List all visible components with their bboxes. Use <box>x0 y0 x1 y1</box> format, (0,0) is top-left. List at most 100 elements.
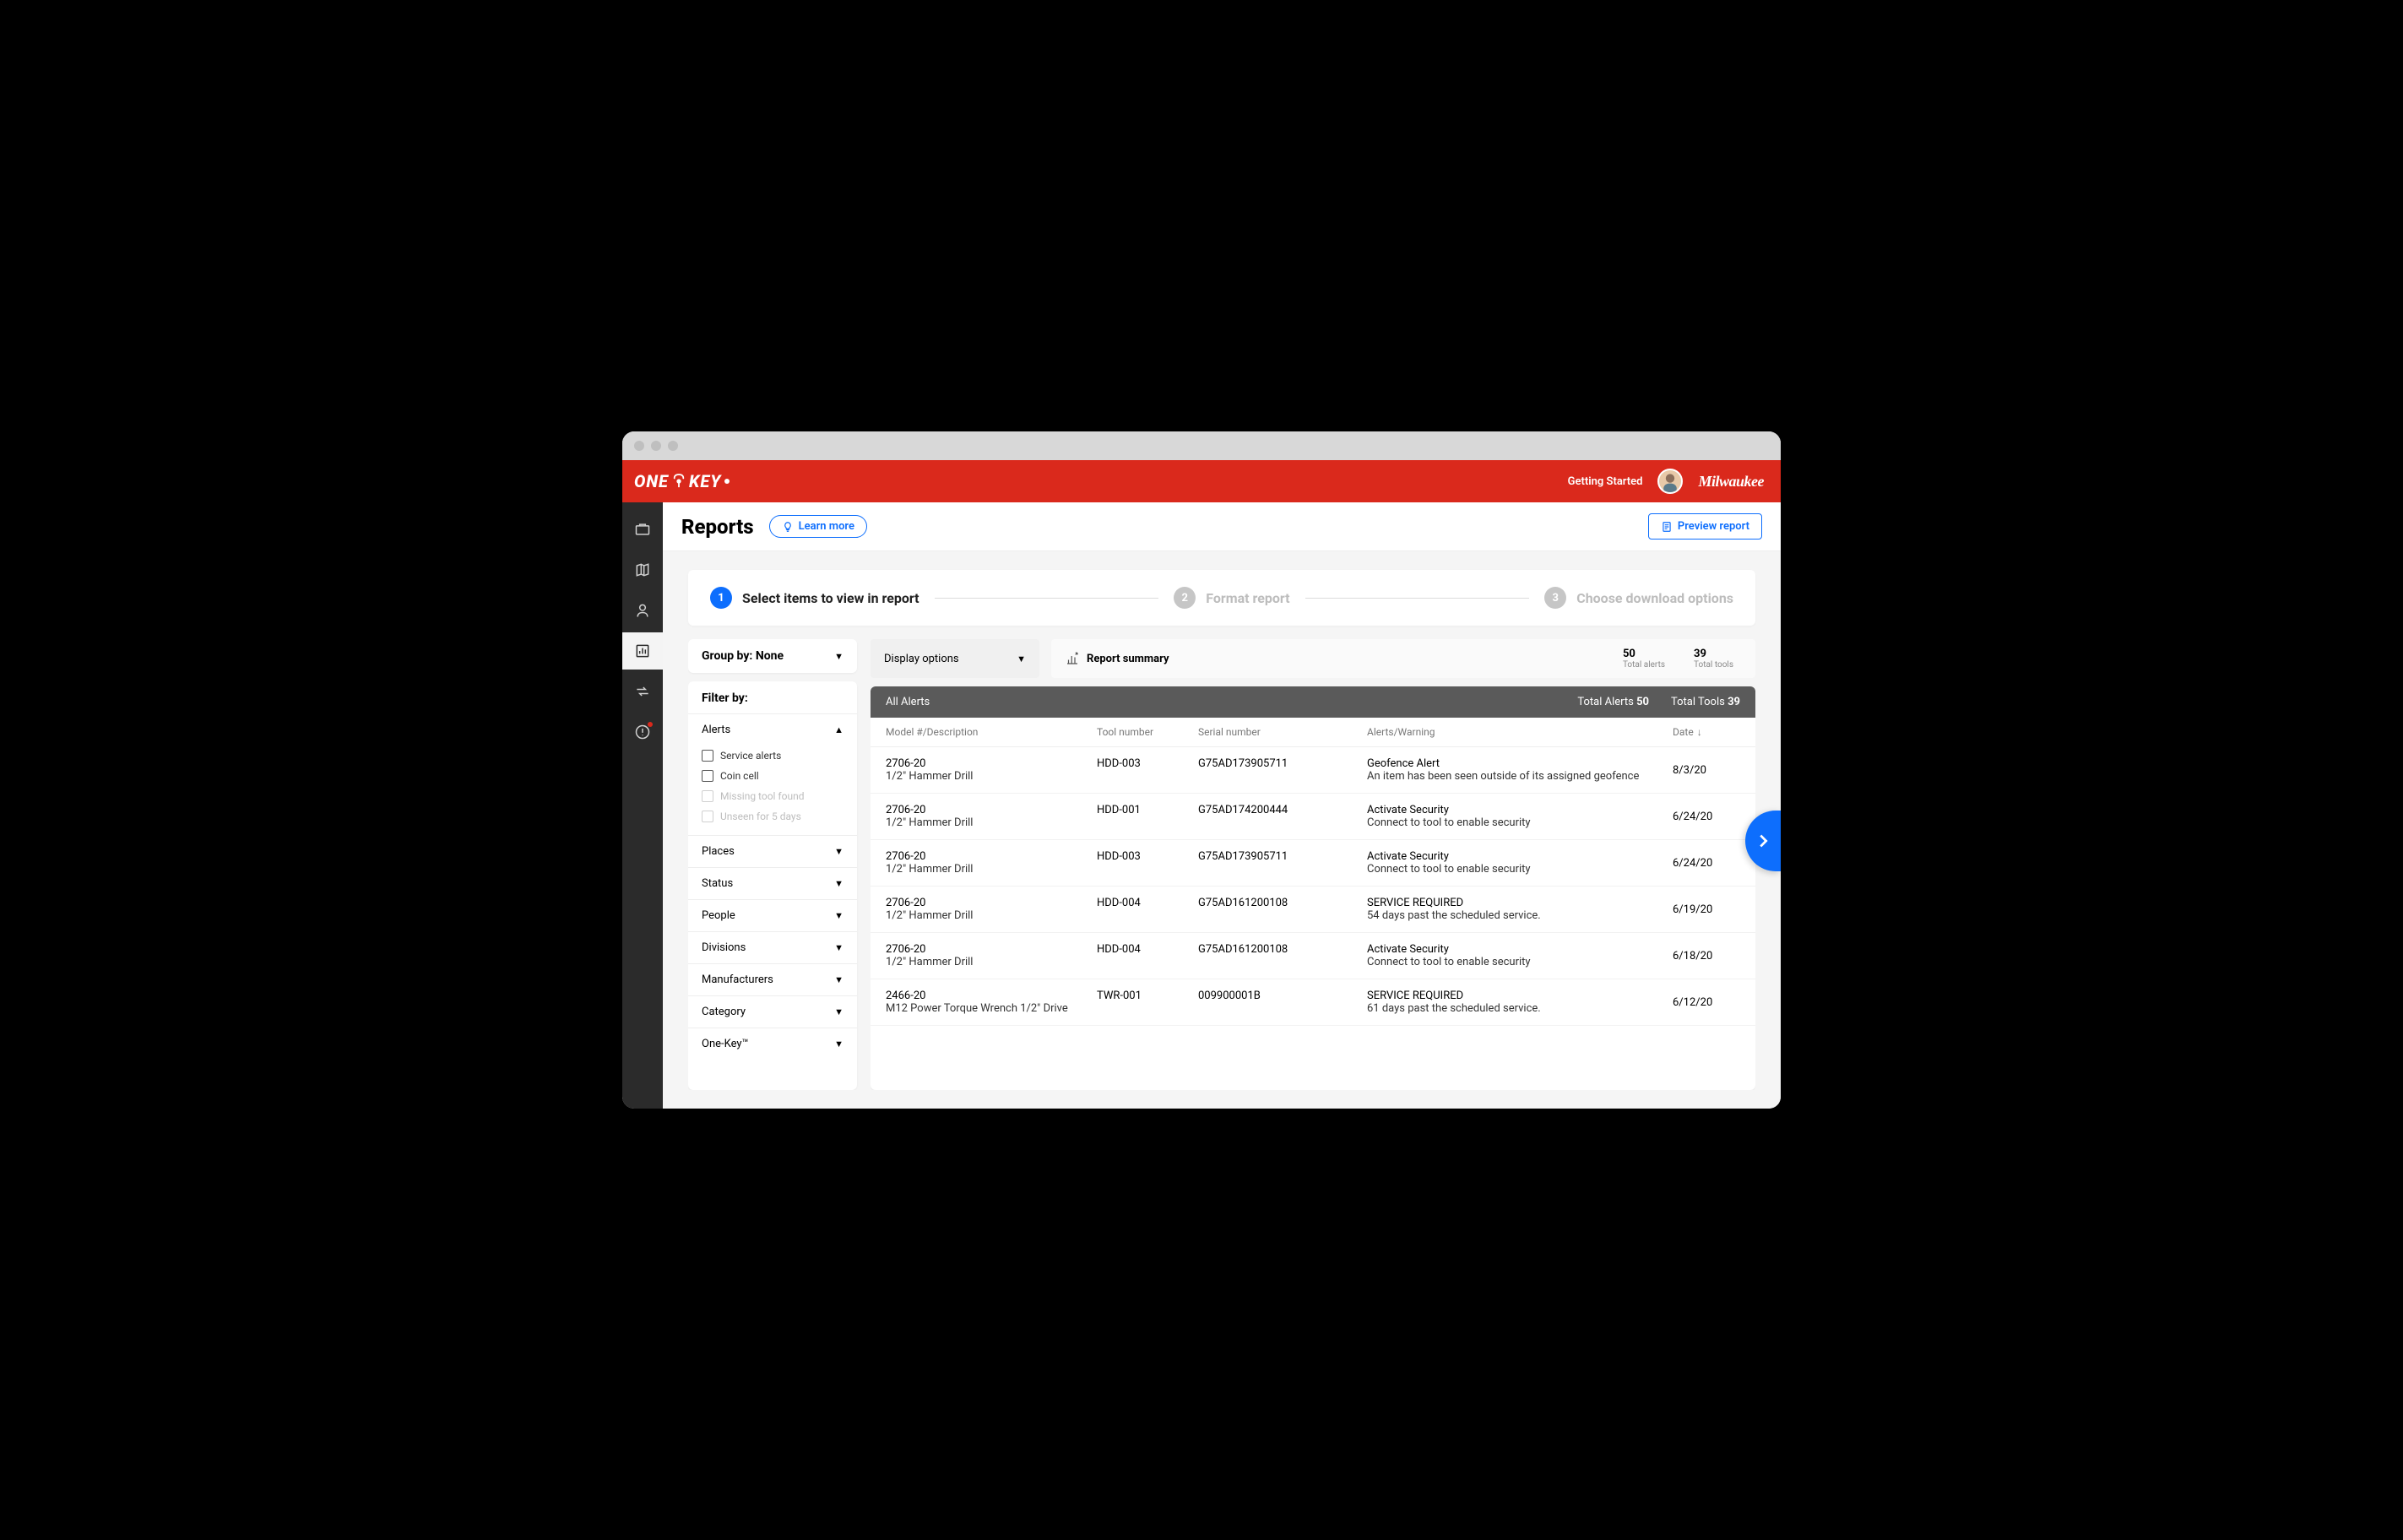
milwaukee-logo[interactable]: Milwaukee <box>1698 473 1764 491</box>
caret-down-icon: ▼ <box>834 878 843 889</box>
filter-opt-missing-tool: Missing tool found <box>702 786 843 806</box>
caret-down-icon: ▼ <box>1017 653 1026 664</box>
logo-text-left: ONE <box>634 471 669 491</box>
report-summary: Report summary 50 Total alerts 39 Total … <box>1051 639 1755 678</box>
filter-panel: Filter by: Alerts ▲ Service alerts Coin … <box>688 681 857 1090</box>
filter-alerts-label: Alerts <box>702 724 730 736</box>
checkbox-icon <box>702 770 713 782</box>
group-by-label: Group by: None <box>702 649 784 663</box>
group-by-dropdown[interactable]: Group by: None ▼ <box>688 639 857 673</box>
checkbox-icon <box>702 790 713 802</box>
step-1-num: 1 <box>710 587 732 609</box>
table-row[interactable]: 2466-20M12 Power Torque Wrench 1/2" Driv… <box>871 979 1755 1026</box>
filter-divisions-toggle[interactable]: Divisions▼ <box>688 932 857 963</box>
summary-total-tools: 39 Total tools <box>1685 648 1742 670</box>
page-header: Reports Learn more Preview report <box>663 502 1781 551</box>
caret-down-icon: ▼ <box>834 1006 843 1017</box>
left-panel: Group by: None ▼ Filter by: Alerts ▲ <box>688 639 857 1090</box>
filter-alerts-toggle[interactable]: Alerts ▲ <box>688 714 857 746</box>
logo-text-right: KEY <box>689 471 721 491</box>
nav-places[interactable] <box>622 551 663 588</box>
summary-title-label: Report summary <box>1087 653 1169 665</box>
nav-people[interactable] <box>622 592 663 629</box>
caret-down-icon: ▼ <box>834 1038 843 1049</box>
table-row[interactable]: 2706-201/2" Hammer DrillHDD-003G75AD1739… <box>871 747 1755 794</box>
nav-transfers[interactable] <box>622 673 663 710</box>
preview-report-button[interactable]: Preview report <box>1648 513 1762 540</box>
table-head: Model #/Description Tool number Serial n… <box>871 718 1755 747</box>
caret-down-icon: ▼ <box>834 942 843 953</box>
nav-reports[interactable] <box>622 632 663 670</box>
checkbox-icon <box>702 811 713 822</box>
work-row: Group by: None ▼ Filter by: Alerts ▲ <box>688 639 1755 1090</box>
traffic-close-icon[interactable] <box>634 441 644 451</box>
display-options-label: Display options <box>884 653 959 665</box>
filter-onekey-toggle[interactable]: One-Key™▼ <box>688 1028 857 1060</box>
col-serial[interactable]: Serial number <box>1198 726 1367 738</box>
table-row[interactable]: 2706-201/2" Hammer DrillHDD-004G75AD1612… <box>871 887 1755 933</box>
device-frame: ONE KEY Getting Started Milwaukee <box>610 420 1793 1120</box>
table-body[interactable]: 2706-201/2" Hammer DrillHDD-003G75AD1739… <box>871 747 1755 1090</box>
step-2[interactable]: 2 Format report <box>1174 587 1289 609</box>
col-alert[interactable]: Alerts/Warning <box>1367 726 1673 738</box>
filter-manufacturers-toggle[interactable]: Manufacturers▼ <box>688 964 857 995</box>
document-icon <box>1661 521 1673 533</box>
nav-alerts[interactable] <box>622 713 663 751</box>
app-body: Reports Learn more Preview report 1 Sele… <box>622 502 1781 1109</box>
alerts-table: All Alerts Total Alerts 50 Total Tools 3… <box>871 686 1755 1090</box>
table-total-tools: Total Tools 39 <box>1671 696 1740 708</box>
nav-inventory[interactable] <box>622 511 663 548</box>
caret-down-icon: ▼ <box>834 974 843 985</box>
preview-report-label: Preview report <box>1678 520 1749 533</box>
checkbox-icon <box>702 750 713 762</box>
chart-icon <box>1065 651 1080 666</box>
summary-total-alerts: 50 Total alerts <box>1614 648 1673 670</box>
page-title: Reports <box>681 515 754 539</box>
table-row[interactable]: 2706-201/2" Hammer DrillHDD-001G75AD1742… <box>871 794 1755 840</box>
step-2-num: 2 <box>1174 587 1196 609</box>
topbar-right: Getting Started Milwaukee <box>1568 469 1764 494</box>
table-row[interactable]: 2706-201/2" Hammer DrillHDD-004G75AD1612… <box>871 933 1755 979</box>
filter-people-toggle[interactable]: People▼ <box>688 900 857 931</box>
filter-opt-unseen: Unseen for 5 days <box>702 806 843 827</box>
filter-opt-service-alerts[interactable]: Service alerts <box>702 746 843 766</box>
browser-chrome <box>622 431 1781 460</box>
filter-category-toggle[interactable]: Category▼ <box>688 996 857 1028</box>
filter-status-toggle[interactable]: Status▼ <box>688 868 857 899</box>
learn-more-button[interactable]: Learn more <box>769 515 867 538</box>
logo-dot <box>724 479 730 484</box>
caret-down-icon: ▼ <box>834 910 843 921</box>
learn-more-label: Learn more <box>799 520 854 533</box>
key-icon <box>672 473 686 490</box>
avatar[interactable] <box>1657 469 1683 494</box>
topbar: ONE KEY Getting Started Milwaukee <box>622 460 1781 502</box>
filter-opt-coin-cell[interactable]: Coin cell <box>702 766 843 786</box>
traffic-maximize-icon[interactable] <box>668 441 678 451</box>
step-2-label: Format report <box>1206 590 1289 606</box>
step-1-label: Select items to view in report <box>742 590 919 606</box>
col-model[interactable]: Model #/Description <box>886 726 1097 738</box>
side-rail <box>622 502 663 1109</box>
filter-alerts: Alerts ▲ Service alerts Coin cell Missin… <box>688 713 857 835</box>
col-date[interactable]: Date↓ <box>1673 726 1740 738</box>
caret-down-icon: ▼ <box>834 846 843 857</box>
lightbulb-icon <box>782 521 794 533</box>
main: Reports Learn more Preview report 1 Sele… <box>663 502 1781 1109</box>
getting-started-link[interactable]: Getting Started <box>1568 475 1643 488</box>
step-3-label: Choose download options <box>1576 590 1733 606</box>
step-1[interactable]: 1 Select items to view in report <box>710 587 919 609</box>
chevron-right-icon <box>1754 832 1772 850</box>
step-divider <box>1305 598 1530 599</box>
step-divider <box>935 598 1159 599</box>
table-title: All Alerts <box>886 696 930 708</box>
step-3-num: 3 <box>1544 587 1566 609</box>
traffic-minimize-icon[interactable] <box>651 441 661 451</box>
table-row[interactable]: 2706-201/2" Hammer DrillHDD-003G75AD1739… <box>871 840 1755 887</box>
filter-places-toggle[interactable]: Places▼ <box>688 836 857 867</box>
col-tool[interactable]: Tool number <box>1097 726 1198 738</box>
sort-down-icon: ↓ <box>1697 726 1702 738</box>
content-area: 1 Select items to view in report 2 Forma… <box>663 551 1781 1109</box>
step-3[interactable]: 3 Choose download options <box>1544 587 1733 609</box>
onekey-logo[interactable]: ONE KEY <box>634 471 730 491</box>
display-options-dropdown[interactable]: Display options ▼ <box>871 639 1039 678</box>
